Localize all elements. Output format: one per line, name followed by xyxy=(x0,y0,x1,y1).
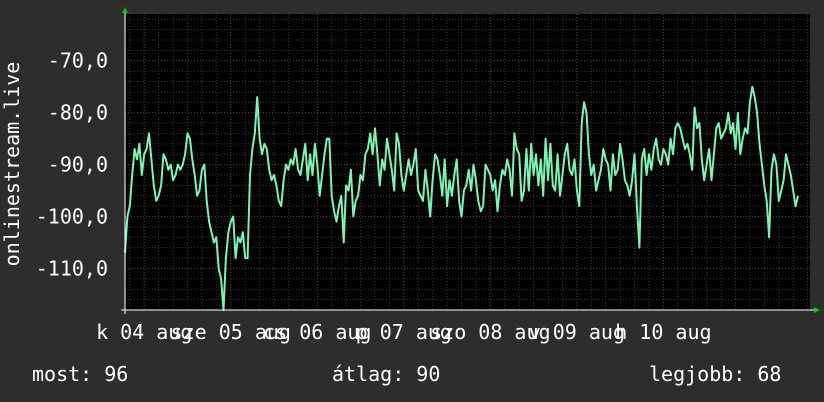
best-value: legjobb: 68 xyxy=(649,362,782,386)
current-value: most: 96 xyxy=(32,362,129,386)
x-tick-label: h 10 aug xyxy=(615,320,711,344)
y-tick-label: -90,0 xyxy=(48,153,108,177)
y-tick-labels: -70,0 -80,0 -90,0 -100,0 -110,0 xyxy=(36,49,108,281)
y-axis-arrow-icon xyxy=(122,7,128,13)
y-tick-label: -100,0 xyxy=(36,205,108,229)
signal-chart: -70,0 -80,0 -90,0 -100,0 -110,0 k 04 augsze … xyxy=(0,7,820,344)
y-axis-label: onlinestream.live xyxy=(0,62,24,267)
x-tick-label: v 09 aug xyxy=(529,320,625,344)
y-tick-label: -70,0 xyxy=(48,49,108,73)
y-tick-label: -110,0 xyxy=(36,256,108,280)
y-tick-label: -80,0 xyxy=(48,101,108,125)
average-value: átlag: 90 xyxy=(332,362,441,386)
x-axis-arrow-icon xyxy=(814,307,820,313)
x-tick-labels: k 04 augsze 05 augcs 06 augp 07 augszo 0… xyxy=(96,320,711,344)
